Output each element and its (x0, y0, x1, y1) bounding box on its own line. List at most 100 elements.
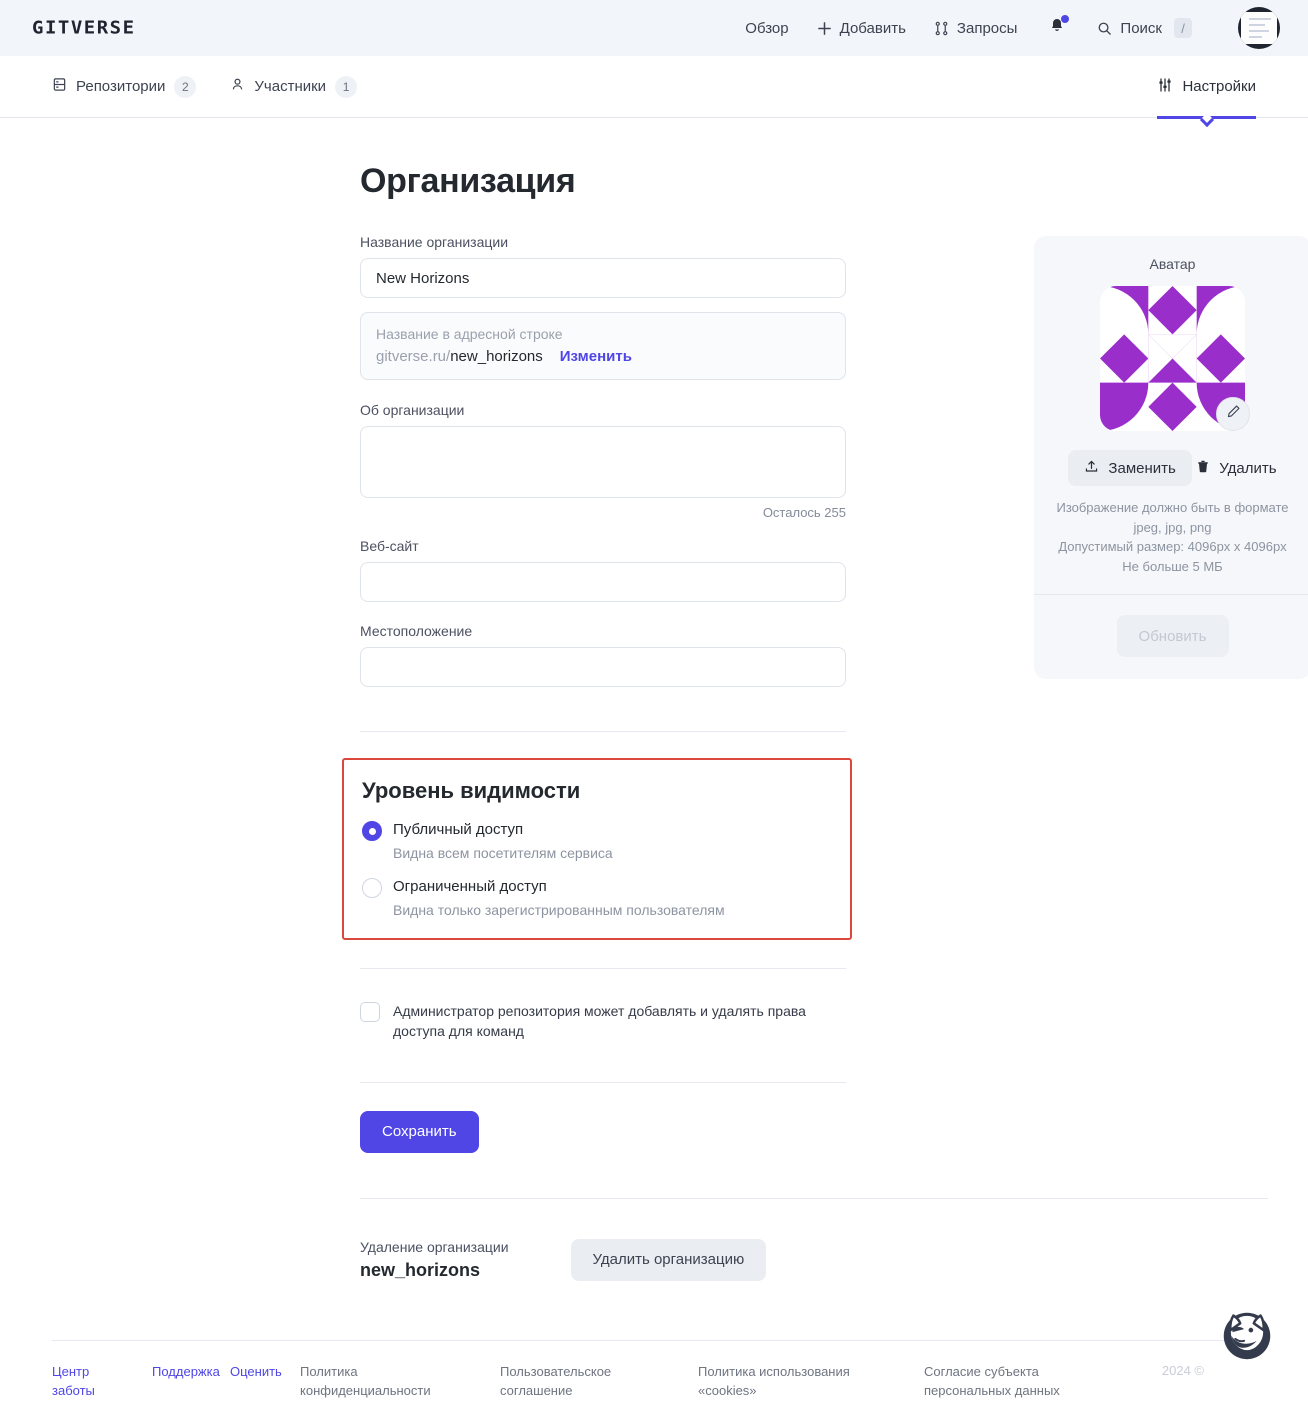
upload-icon (1084, 459, 1099, 478)
plus-icon (817, 21, 832, 36)
repo-icon (52, 77, 67, 96)
org-slug-edit-link[interactable]: Изменить (560, 348, 632, 365)
website-input[interactable] (360, 562, 846, 602)
org-slug-name: new_horizons (450, 348, 543, 365)
footer-link-consent[interactable]: Согласие субъекта персональных данных (924, 1363, 1124, 1401)
visibility-title: Уровень видимости (362, 778, 581, 803)
search-shortcut-key: / (1174, 18, 1192, 38)
website-label: Веб-сайт (360, 538, 419, 554)
footer-link-privacy[interactable]: Политика конфиденциальности (300, 1363, 431, 1401)
nav-overview[interactable]: Обзор (745, 20, 788, 37)
footer-link-privacy-wrap: Политика конфиденциальности (300, 1363, 500, 1401)
visibility-section: Уровень видимости Публичный доступ Видна… (342, 758, 852, 940)
about-counter: Осталось 255 (762, 505, 846, 520)
field-location: Местоположение (360, 623, 952, 687)
org-slug-domain: gitverse.ru/ (376, 348, 451, 365)
tab-members[interactable]: Участники 1 (230, 56, 358, 118)
visibility-option-public[interactable]: Публичный доступ Видна всем посетителям … (362, 820, 832, 861)
footer-link-cookies-wrap: Политика использования «cookies» (698, 1363, 924, 1401)
org-slug-row: gitverse.ru/new_horizons Изменить (376, 348, 830, 365)
footer-link-care-center[interactable]: Центр заботы (52, 1363, 102, 1401)
org-slug-value: gitverse.ru/new_horizons (376, 348, 543, 365)
org-name-input[interactable]: New Horizons (360, 258, 846, 298)
page-title: Организация (360, 162, 576, 200)
nav-add[interactable]: Добавить (817, 20, 906, 37)
footer-link-cookies[interactable]: Политика использования «cookies» (698, 1363, 858, 1401)
admin-permission-row[interactable]: Администратор репозитория может добавлят… (360, 1001, 846, 1042)
tab-members-badge: 1 (335, 75, 358, 98)
radio-public-desc: Видна всем посетителям сервиса (393, 845, 613, 861)
avatar-delete-button[interactable]: Удалить (1196, 459, 1277, 478)
top-navigation: Обзор Добавить Запросы Поиск / (745, 7, 1280, 49)
content-columns: Организация Название организации New Hor… (52, 118, 1308, 1281)
footer-copyright: 2024 © (1161, 1363, 1204, 1379)
footer-link-support[interactable]: Поддержка (152, 1363, 230, 1382)
field-about: Об организации Осталось 255 (360, 402, 952, 520)
footer-link-rate-wrap: Оценить (230, 1363, 300, 1401)
avatar-image-wrap (1100, 286, 1250, 431)
divider-before-save (360, 1081, 846, 1083)
tab-repositories[interactable]: Репозитории 2 (52, 56, 197, 118)
nav-requests-label: Запросы (956, 19, 1018, 37)
avatar-card: Аватар Заменить Удалить Изображение долж… (1034, 236, 1308, 679)
gitverse-logo[interactable]: GITVERSE (32, 18, 136, 38)
footer-link-support-wrap: Поддержка (152, 1363, 230, 1401)
admin-permission-checkbox[interactable] (360, 1002, 380, 1022)
footer-link-care-center-wrap: Центр заботы (52, 1363, 152, 1401)
footer-links: Центр заботы Поддержка Оценить Политика … (52, 1313, 1271, 1427)
org-slug-placeholder: Название в адресной строке (376, 326, 563, 342)
visibility-option-restricted[interactable]: Ограниченный доступ Видна только зарегис… (362, 877, 832, 918)
notifications-button[interactable] (1045, 15, 1070, 39)
avatar-delete-label: Удалить (1219, 459, 1277, 477)
radio-public[interactable] (362, 821, 382, 841)
footer-link-agreement-wrap: Пользовательское соглашение (500, 1363, 698, 1401)
person-icon (230, 77, 245, 96)
avatar-note-format: Изображение должно быть в формате jpeg, … (1056, 500, 1289, 535)
radio-restricted-desc: Видна только зарегистрированным пользова… (393, 902, 725, 918)
section-tabs: Репозитории 2 Участники 1 Настройки (0, 56, 1308, 127)
avatar-replace-label: Заменить (1108, 459, 1176, 477)
about-label: Об организации (360, 402, 465, 418)
avatar-note-size: Допустимый размер: 4096px x 4096px (1058, 539, 1287, 554)
about-textarea[interactable] (360, 426, 846, 498)
pencil-icon (1226, 404, 1241, 424)
delete-organization-section: Удаление организации new_horizons Удалит… (360, 1238, 952, 1281)
user-avatar[interactable] (1238, 7, 1280, 49)
footer-link-agreement[interactable]: Пользовательское соглашение (500, 1363, 620, 1401)
husky-logo (1216, 1303, 1278, 1365)
tab-repositories-badge: 2 (174, 75, 197, 98)
delete-org-label: Удаление организации (360, 1238, 509, 1255)
delete-organization-button[interactable]: Удалить организацию (570, 1238, 767, 1281)
notification-dot (1061, 15, 1070, 23)
avatar-image (1241, 12, 1277, 44)
divider-after-location (360, 731, 846, 732)
location-input[interactable] (360, 647, 846, 687)
divider-before-checkbox (360, 968, 846, 969)
tab-settings[interactable]: Настройки (1157, 56, 1256, 127)
radio-public-label: Публичный доступ (393, 821, 524, 838)
radio-restricted[interactable] (362, 878, 382, 898)
avatar-replace-button[interactable]: Заменить (1068, 450, 1192, 486)
save-button[interactable]: Сохранить (360, 1110, 479, 1153)
avatar-note-weight: Не больше 5 МБ (1122, 558, 1223, 574)
nav-requests[interactable]: Запросы (934, 19, 1018, 37)
tab-settings-label: Настройки (1182, 78, 1256, 95)
sliders-icon (1157, 77, 1173, 97)
trash-icon (1196, 459, 1210, 478)
nav-add-label: Добавить (839, 19, 906, 37)
page-footer: Центр заботы Поддержка Оценить Политика … (0, 1313, 1308, 1427)
avatar-card-footer: Обновить (1034, 594, 1308, 679)
tab-members-label: Участники (254, 78, 327, 95)
avatar-requirements-note: Изображение должно быть в формате jpeg, … (1054, 498, 1291, 594)
footer-link-rate[interactable]: Оценить (230, 1363, 300, 1382)
field-website: Веб-сайт (360, 538, 952, 602)
org-slug-box: Название в адресной строке gitverse.ru/n… (360, 312, 846, 380)
org-name-label: Название организации (360, 234, 509, 250)
search-button[interactable]: Поиск / (1097, 18, 1192, 38)
location-label: Местоположение (360, 623, 473, 639)
pull-request-icon (934, 21, 949, 36)
avatar-edit-button[interactable] (1216, 397, 1250, 431)
avatar-update-button[interactable]: Обновить (1116, 615, 1229, 657)
delete-org-name: new_horizons (360, 1259, 481, 1280)
nav-overview-label: Обзор (745, 19, 789, 37)
